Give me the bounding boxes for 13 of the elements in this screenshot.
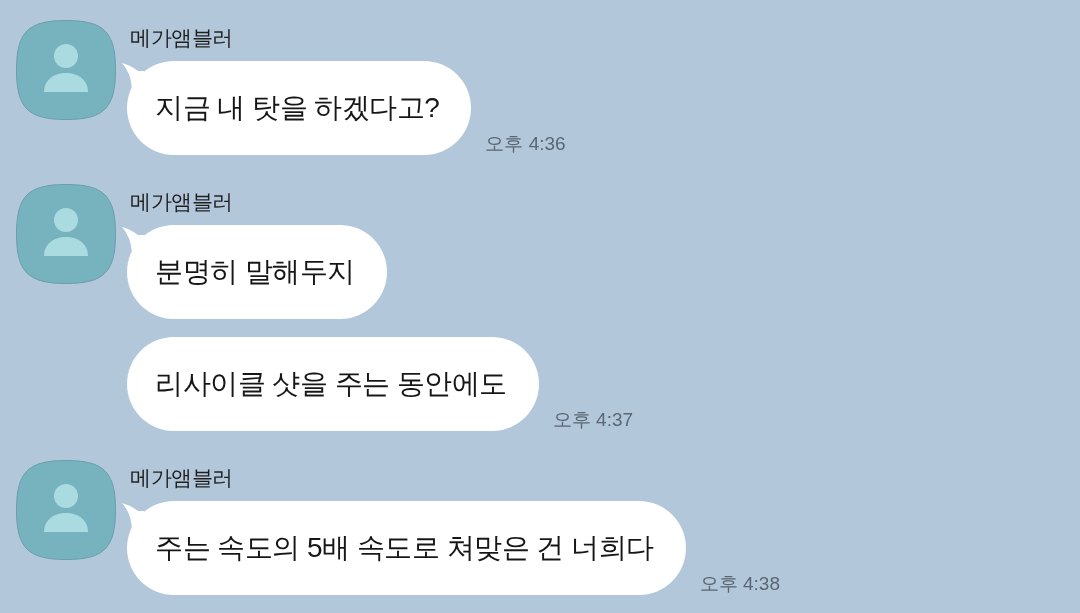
message-bubble: 리사이클 샷을 주는 동안에도	[122, 337, 539, 431]
message-time: 오후 4:36	[485, 133, 566, 155]
message-bubble: 지금 내 탓을 하겠다고?	[122, 61, 472, 155]
message-time: 오후 4:37	[552, 409, 634, 431]
message-bubble: 분명히 말해두지	[122, 225, 387, 319]
message-time: 오후 4:38	[699, 573, 780, 595]
sender-name: 메가앰블러	[130, 25, 233, 51]
avatar-icon[interactable]	[16, 20, 116, 120]
avatar-icon[interactable]	[16, 460, 116, 560]
avatar-icon[interactable]	[16, 184, 116, 284]
sender-name: 메가앰블러	[130, 189, 233, 215]
message-bubble: 주는 속도의 5배 속도로 쳐맞은 건 너희다	[122, 501, 686, 595]
sender-name: 메가앰블러	[130, 465, 233, 491]
